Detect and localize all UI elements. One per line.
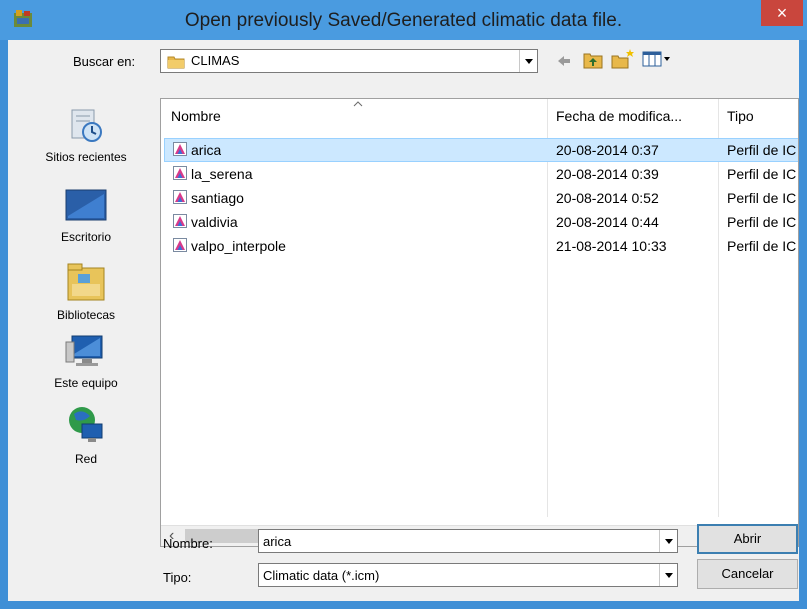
file-type: Perfil de IC: [727, 142, 797, 158]
file-name: la_serena: [191, 166, 253, 182]
filetype-value: Climatic data (*.icm): [263, 568, 380, 583]
climate-file-icon: [173, 166, 187, 180]
climate-file-icon: [173, 142, 187, 156]
chevron-down-icon[interactable]: [659, 564, 677, 586]
file-name: valdivia: [191, 214, 238, 230]
file-type: Perfil de IC: [727, 238, 797, 254]
back-arrow-icon[interactable]: [556, 54, 572, 68]
place-libraries[interactable]: Bibliotecas: [16, 260, 156, 322]
lookin-value: CLIMAS: [191, 53, 240, 68]
place-computer[interactable]: Este equipo: [16, 332, 156, 390]
file-date: 21-08-2014 10:33: [556, 238, 667, 254]
desktop-icon: [65, 189, 107, 221]
column-header-name[interactable]: Nombre: [171, 99, 221, 133]
file-type: Perfil de IC: [727, 190, 797, 206]
filename-label: Nombre:: [163, 536, 213, 551]
up-folder-icon[interactable]: [582, 50, 604, 70]
column-separator: [718, 99, 719, 517]
filename-input[interactable]: arica: [258, 529, 678, 553]
climate-file-icon: [173, 238, 187, 252]
open-button[interactable]: Abrir: [697, 524, 798, 554]
place-label: Escritorio: [60, 230, 111, 244]
place-label: Red: [74, 452, 97, 466]
column-separator: [547, 99, 548, 517]
filetype-label: Tipo:: [163, 570, 192, 585]
chevron-down-icon[interactable]: [659, 530, 677, 552]
recent-places-icon: [71, 109, 102, 142]
file-row-valpo-interpole[interactable]: valpo_interpole 21-08-2014 10:33 Perfil …: [165, 235, 798, 257]
file-row-santiago[interactable]: santiago 20-08-2014 0:52 Perfil de IC: [165, 187, 798, 209]
climate-file-icon: [173, 190, 187, 204]
file-type: Perfil de IC: [727, 214, 797, 230]
network-icon: [69, 407, 103, 442]
file-row-valdivia[interactable]: valdivia 20-08-2014 0:44 Perfil de IC: [165, 211, 798, 233]
dialog-title: Open previously Saved/Generated climatic…: [184, 10, 623, 31]
open-file-dialog: Open previously Saved/Generated climatic…: [0, 0, 807, 609]
column-header-type[interactable]: Tipo: [727, 99, 754, 133]
file-name: arica: [191, 142, 222, 158]
new-folder-icon[interactable]: [610, 48, 636, 70]
libraries-icon: [67, 263, 105, 301]
file-date: 20-08-2014 0:37: [556, 142, 659, 158]
place-network[interactable]: Red: [16, 404, 156, 466]
column-header-date[interactable]: Fecha de modifica...: [556, 99, 682, 133]
places-sidebar: Sitios recientes Escritorio Bibliotecas: [16, 98, 156, 568]
file-date: 20-08-2014 0:44: [556, 214, 659, 230]
file-date: 20-08-2014 0:39: [556, 166, 659, 182]
file-list[interactable]: Nombre Fecha de modifica... Tipo arica 2…: [160, 98, 799, 547]
file-row-la-serena[interactable]: la_serena 20-08-2014 0:39 Perfil de IC: [165, 163, 798, 185]
place-recent[interactable]: Sitios recientes: [16, 106, 156, 164]
view-menu-icon[interactable]: [642, 50, 672, 68]
file-type: Perfil de IC: [727, 166, 797, 182]
file-row-arica[interactable]: arica 20-08-2014 0:37 Perfil de IC: [164, 138, 798, 162]
filename-value: arica: [263, 534, 292, 549]
place-label: Bibliotecas: [56, 308, 116, 322]
place-desktop[interactable]: Escritorio: [16, 186, 156, 244]
place-label: Sitios recientes: [45, 150, 127, 164]
file-date: 20-08-2014 0:52: [556, 190, 659, 206]
computer-icon: [65, 335, 103, 366]
folder-icon: [167, 56, 185, 69]
lookin-label: Buscar en:: [73, 54, 136, 69]
place-label: Este equipo: [54, 376, 118, 390]
dialog-body: Buscar en: CLIMAS Sitios recientes Escri…: [8, 40, 799, 601]
file-name: valpo_interpole: [191, 238, 286, 254]
file-name: santiago: [191, 190, 244, 206]
filetype-select[interactable]: Climatic data (*.icm): [258, 563, 678, 587]
close-button[interactable]: ×: [761, 0, 803, 26]
climate-file-icon: [173, 214, 187, 228]
lookin-combo[interactable]: CLIMAS: [160, 49, 538, 73]
chevron-down-icon: [519, 50, 537, 72]
title-bar[interactable]: Open previously Saved/Generated climatic…: [0, 0, 807, 40]
cancel-button[interactable]: Cancelar: [697, 559, 798, 589]
sort-up-icon: [353, 101, 363, 107]
